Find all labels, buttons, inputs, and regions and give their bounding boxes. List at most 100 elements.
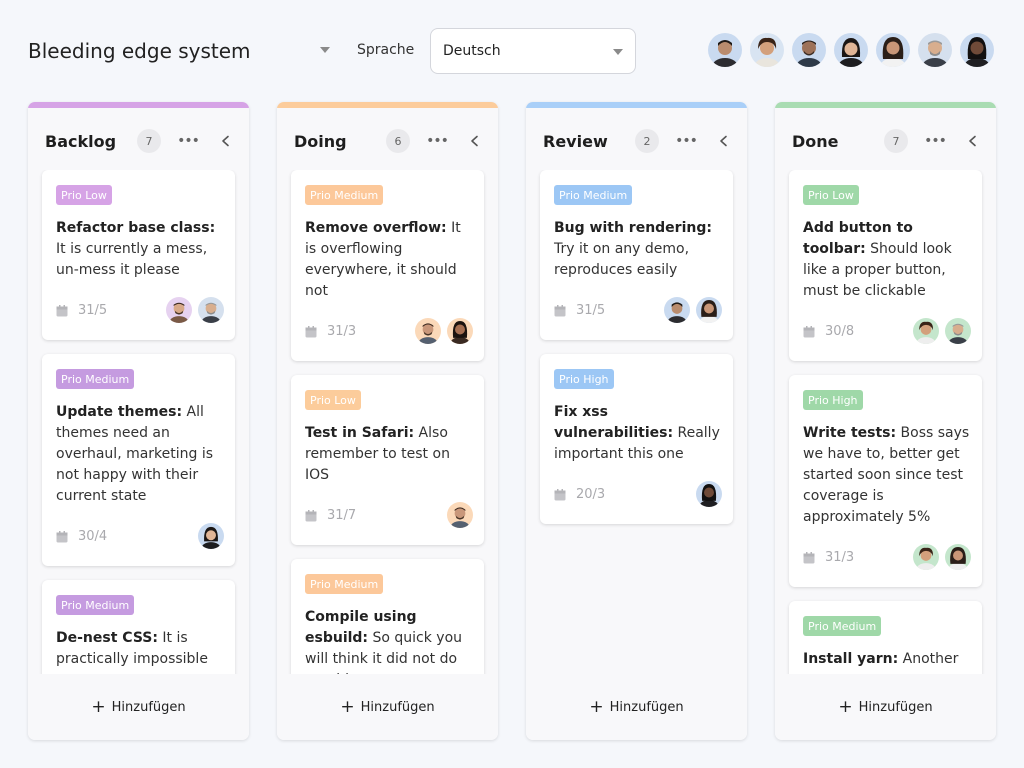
card-text: Fix xss vulnerabilities: Really importan…: [554, 402, 722, 465]
card-title: Install yarn:: [803, 651, 899, 667]
column-backlog: Backlog 7 ••• Prio Low Refactor base cla…: [28, 102, 249, 740]
avatar[interactable]: [664, 297, 690, 323]
avatar[interactable]: [708, 33, 742, 67]
card[interactable]: Prio Low Add button to toolbar: Should l…: [789, 170, 982, 361]
more-icon[interactable]: •••: [675, 131, 698, 151]
avatar[interactable]: [918, 33, 952, 67]
card[interactable]: Prio Low Test in Safari: Also remember t…: [291, 375, 484, 545]
avatar[interactable]: [913, 544, 939, 570]
assignees: [198, 523, 224, 549]
collapse-icon[interactable]: [714, 131, 734, 151]
avatar[interactable]: [696, 481, 722, 507]
column-count-badge: 2: [635, 129, 659, 153]
card[interactable]: Prio Low Refactor base class: It is curr…: [42, 170, 235, 340]
column-count-badge: 7: [884, 129, 908, 153]
due-date: 31/3: [825, 550, 855, 565]
collapse-icon[interactable]: [963, 131, 983, 151]
board-selector[interactable]: Bleeding edge system: [28, 36, 338, 66]
card-title: Test in Safari:: [305, 425, 415, 441]
card[interactable]: Prio Medium De-nest CSS: It is practical…: [42, 580, 235, 674]
avatar[interactable]: [415, 318, 441, 344]
language-label: Sprache: [357, 42, 415, 58]
add-card-button[interactable]: + Hinzufügen: [28, 674, 249, 740]
priority-tag: Prio Medium: [56, 595, 135, 615]
avatar[interactable]: [696, 297, 722, 323]
card[interactable]: Prio Medium Install yarn: Another: [789, 601, 982, 674]
avatar[interactable]: [913, 318, 939, 344]
avatar[interactable]: [792, 33, 826, 67]
priority-tag: Prio Medium: [305, 185, 384, 205]
more-icon[interactable]: •••: [177, 131, 200, 151]
add-card-button[interactable]: + Hinzufügen: [526, 674, 747, 740]
avatar[interactable]: [876, 33, 910, 67]
card-text: De-nest CSS: It is practically impossibl…: [56, 628, 224, 670]
plus-icon: +: [91, 696, 106, 717]
card-meta: 31/5: [554, 297, 722, 325]
avatar[interactable]: [750, 33, 784, 67]
card-text: Install yarn: Another: [803, 649, 971, 670]
add-card-button[interactable]: + Hinzufügen: [775, 674, 996, 740]
card-meta: 31/3: [305, 318, 473, 346]
card-text: Compile using esbuild: So quick you will…: [305, 607, 473, 674]
board-title: Bleeding edge system: [28, 39, 251, 63]
card-meta: 20/3: [554, 481, 722, 509]
card[interactable]: Prio High Write tests: Boss says we have…: [789, 375, 982, 587]
avatar[interactable]: [447, 318, 473, 344]
card-title: Write tests:: [803, 425, 897, 441]
assignees: [913, 544, 971, 570]
avatar[interactable]: [834, 33, 868, 67]
assignees: [447, 502, 473, 528]
collapse-icon[interactable]: [216, 131, 236, 151]
card-title: Fix xss vulnerabilities:: [554, 404, 674, 441]
card[interactable]: Prio Medium Compile using esbuild: So qu…: [291, 559, 484, 674]
column-body: Prio Low Add button to toolbar: Should l…: [775, 170, 996, 674]
collapse-icon[interactable]: [465, 131, 485, 151]
due-date: 31/5: [78, 303, 108, 318]
card-meta: 30/4: [56, 523, 224, 551]
avatar[interactable]: [447, 502, 473, 528]
column-header: Done 7 •••: [775, 108, 996, 170]
assignees: [415, 318, 473, 344]
card-meta: 31/7: [305, 502, 473, 530]
card[interactable]: Prio Medium Update themes: All themes ne…: [42, 354, 235, 566]
add-card-label: Hinzufügen: [111, 699, 186, 715]
avatar[interactable]: [945, 544, 971, 570]
avatar[interactable]: [960, 33, 994, 67]
card-text: Add button to toolbar: Should look like …: [803, 218, 971, 302]
avatar[interactable]: [945, 318, 971, 344]
plus-icon: +: [589, 696, 604, 717]
card-title: Refactor base class:: [56, 220, 216, 236]
column-count-badge: 6: [386, 129, 410, 153]
card-title: Update themes:: [56, 404, 183, 420]
language-value: Deutsch: [443, 43, 501, 59]
calendar-icon: [56, 305, 68, 317]
add-card-label: Hinzufügen: [360, 699, 435, 715]
column-title: Backlog: [45, 132, 117, 151]
assignees: [913, 318, 971, 344]
avatar[interactable]: [166, 297, 192, 323]
due-date: 30/8: [825, 324, 855, 339]
language-select[interactable]: Deutsch: [430, 28, 636, 74]
priority-tag: Prio Medium: [305, 574, 384, 594]
add-card-button[interactable]: + Hinzufügen: [277, 674, 498, 740]
more-icon[interactable]: •••: [924, 131, 947, 151]
card-description: Try it on any demo, reproduces easily: [554, 241, 690, 278]
avatar[interactable]: [198, 523, 224, 549]
more-icon[interactable]: •••: [426, 131, 449, 151]
assignees: [696, 481, 722, 507]
priority-tag: Prio Low: [56, 185, 112, 205]
priority-tag: Prio Medium: [56, 369, 135, 389]
card-title: Bug with rendering:: [554, 220, 712, 236]
add-card-label: Hinzufügen: [858, 699, 933, 715]
column-title: Doing: [294, 132, 347, 151]
priority-tag: Prio High: [554, 369, 614, 389]
card[interactable]: Prio High Fix xss vulnerabilities: Reall…: [540, 354, 733, 524]
priority-tag: Prio Low: [803, 185, 859, 205]
column-header: Review 2 •••: [526, 108, 747, 170]
card[interactable]: Prio Medium Remove overflow: It is overf…: [291, 170, 484, 361]
avatar[interactable]: [198, 297, 224, 323]
calendar-icon: [56, 531, 68, 543]
card[interactable]: Prio Medium Bug with rendering: Try it o…: [540, 170, 733, 340]
priority-tag: Prio High: [803, 390, 863, 410]
assignees: [166, 297, 224, 323]
